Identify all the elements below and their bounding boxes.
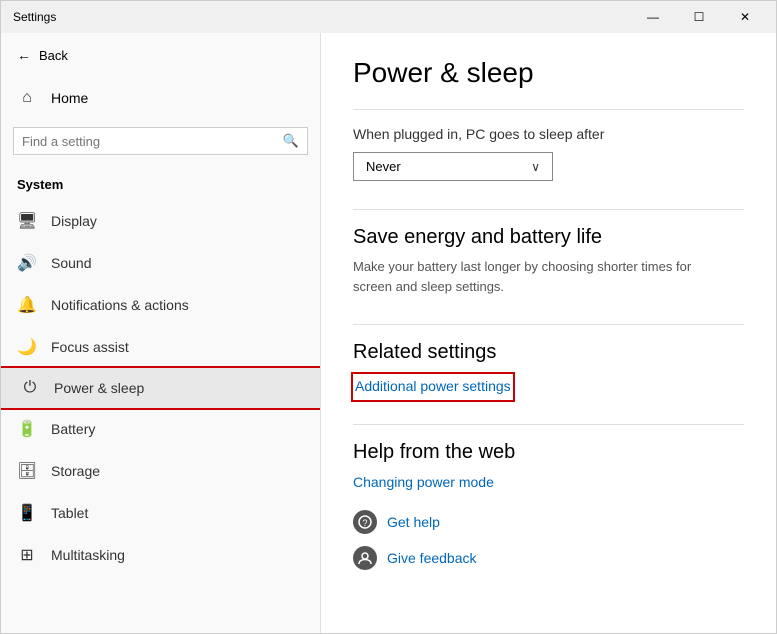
home-nav-item[interactable]: ⌂ Home [1,77,320,119]
search-icon: 🔍 [283,133,299,149]
give-feedback-link[interactable]: Give feedback [387,550,477,566]
sleep-dropdown-value: Never [366,159,401,174]
svg-text:?: ? [362,518,367,528]
maximize-button[interactable]: ☐ [676,1,722,33]
storage-icon: 🗄 [17,461,37,481]
save-energy-title: Save energy and battery life [353,226,744,249]
notifications-icon: 🔔 [17,295,37,315]
focus-icon: 🌙 [17,337,37,357]
give-feedback-item: Give feedback [353,546,744,570]
sidebar-item-battery-label: Battery [51,421,95,437]
divider-3 [353,324,744,325]
sound-icon: 🔊 [17,253,37,273]
sidebar-item-sound-label: Sound [51,255,91,271]
give-feedback-icon [353,546,377,570]
sidebar-item-sound[interactable]: 🔊 Sound [1,242,320,284]
sidebar-item-tablet[interactable]: 📱 Tablet [1,492,320,534]
page-title: Power & sleep [353,57,744,89]
display-icon: 🖥 [17,211,37,231]
home-icon: ⌂ [17,89,37,107]
sidebar: ← Back ⌂ Home 🔍 System 🖥 Display 🔊 Sound [1,33,321,633]
main-content: Power & sleep When plugged in, PC goes t… [321,33,776,633]
sleep-dropdown[interactable]: Never ∨ [353,152,553,181]
sidebar-item-focus[interactable]: 🌙 Focus assist [1,326,320,368]
get-help-icon: ? [353,510,377,534]
window-controls: — ☐ ✕ [630,1,768,33]
related-settings-title: Related settings [353,341,744,364]
search-box[interactable]: 🔍 [13,127,308,155]
minimize-button[interactable]: — [630,1,676,33]
sidebar-item-tablet-label: Tablet [51,505,88,521]
home-label: Home [51,90,88,106]
sidebar-item-power-label: Power & sleep [54,380,144,396]
sidebar-item-multitasking-label: Multitasking [51,547,125,563]
sidebar-item-storage-label: Storage [51,463,100,479]
multitasking-icon: ⊞ [17,545,37,565]
divider-4 [353,424,744,425]
divider-1 [353,109,744,110]
sidebar-item-display[interactable]: 🖥 Display [1,200,320,242]
power-icon: ⏻ [20,379,40,397]
tablet-icon: 📱 [17,503,37,523]
titlebar: Settings — ☐ ✕ [1,1,776,33]
dropdown-arrow-icon: ∨ [531,160,540,174]
search-input[interactable] [22,134,283,149]
additional-power-settings-link[interactable]: Additional power settings [355,378,511,394]
sidebar-section-label: System [1,163,320,200]
sidebar-item-focus-label: Focus assist [51,339,129,355]
changing-power-link[interactable]: Changing power mode [353,474,744,490]
close-button[interactable]: ✕ [722,1,768,33]
additional-power-link-box: Additional power settings [353,374,513,400]
back-arrow-icon: ← [17,47,31,63]
window-title: Settings [13,10,56,24]
sidebar-item-power[interactable]: ⏻ Power & sleep [1,368,320,408]
back-label: Back [39,48,68,63]
battery-icon: 🔋 [17,419,37,439]
sidebar-item-display-label: Display [51,213,97,229]
sleep-section-label: When plugged in, PC goes to sleep after [353,126,744,142]
settings-window: Settings — ☐ ✕ ← Back ⌂ Home 🔍 System [0,0,777,634]
get-help-link[interactable]: Get help [387,514,440,530]
get-help-item: ? Get help [353,510,744,534]
back-button[interactable]: ← Back [1,33,320,77]
sidebar-item-storage[interactable]: 🗄 Storage [1,450,320,492]
sidebar-item-battery[interactable]: 🔋 Battery [1,408,320,450]
feedback-section: ? Get help Give feedback [353,510,744,570]
window-content: ← Back ⌂ Home 🔍 System 🖥 Display 🔊 Sound [1,33,776,633]
sidebar-item-notifications[interactable]: 🔔 Notifications & actions [1,284,320,326]
save-energy-desc: Make your battery last longer by choosin… [353,257,733,296]
sidebar-item-notifications-label: Notifications & actions [51,297,189,313]
sidebar-item-multitasking[interactable]: ⊞ Multitasking [1,534,320,576]
help-title: Help from the web [353,441,744,464]
divider-2 [353,209,744,210]
